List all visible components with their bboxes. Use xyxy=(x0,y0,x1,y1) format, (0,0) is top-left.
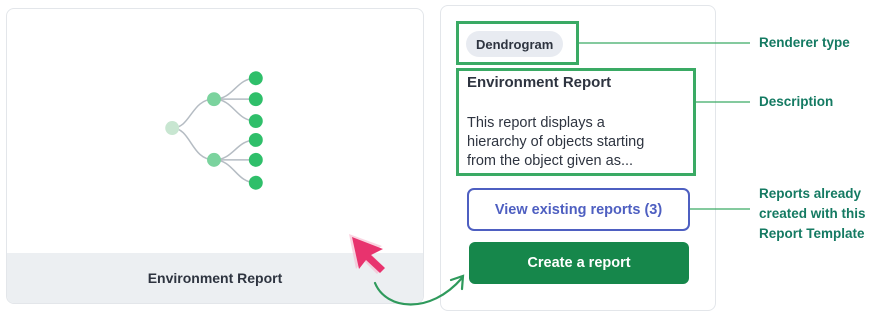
reports-callout-line: Reports already xyxy=(759,186,862,201)
annotation-overlay xyxy=(349,42,750,306)
description-callout: Description xyxy=(759,94,834,109)
reports-callout-line: created with this xyxy=(759,206,866,221)
curved-arrow-icon xyxy=(373,274,465,306)
reports-callout: Reports already created with this Report… xyxy=(759,184,866,244)
renderer-type-callout: Renderer type xyxy=(759,35,850,50)
cursor-arrow-icon xyxy=(349,234,385,274)
reports-callout-line: Report Template xyxy=(759,226,865,241)
